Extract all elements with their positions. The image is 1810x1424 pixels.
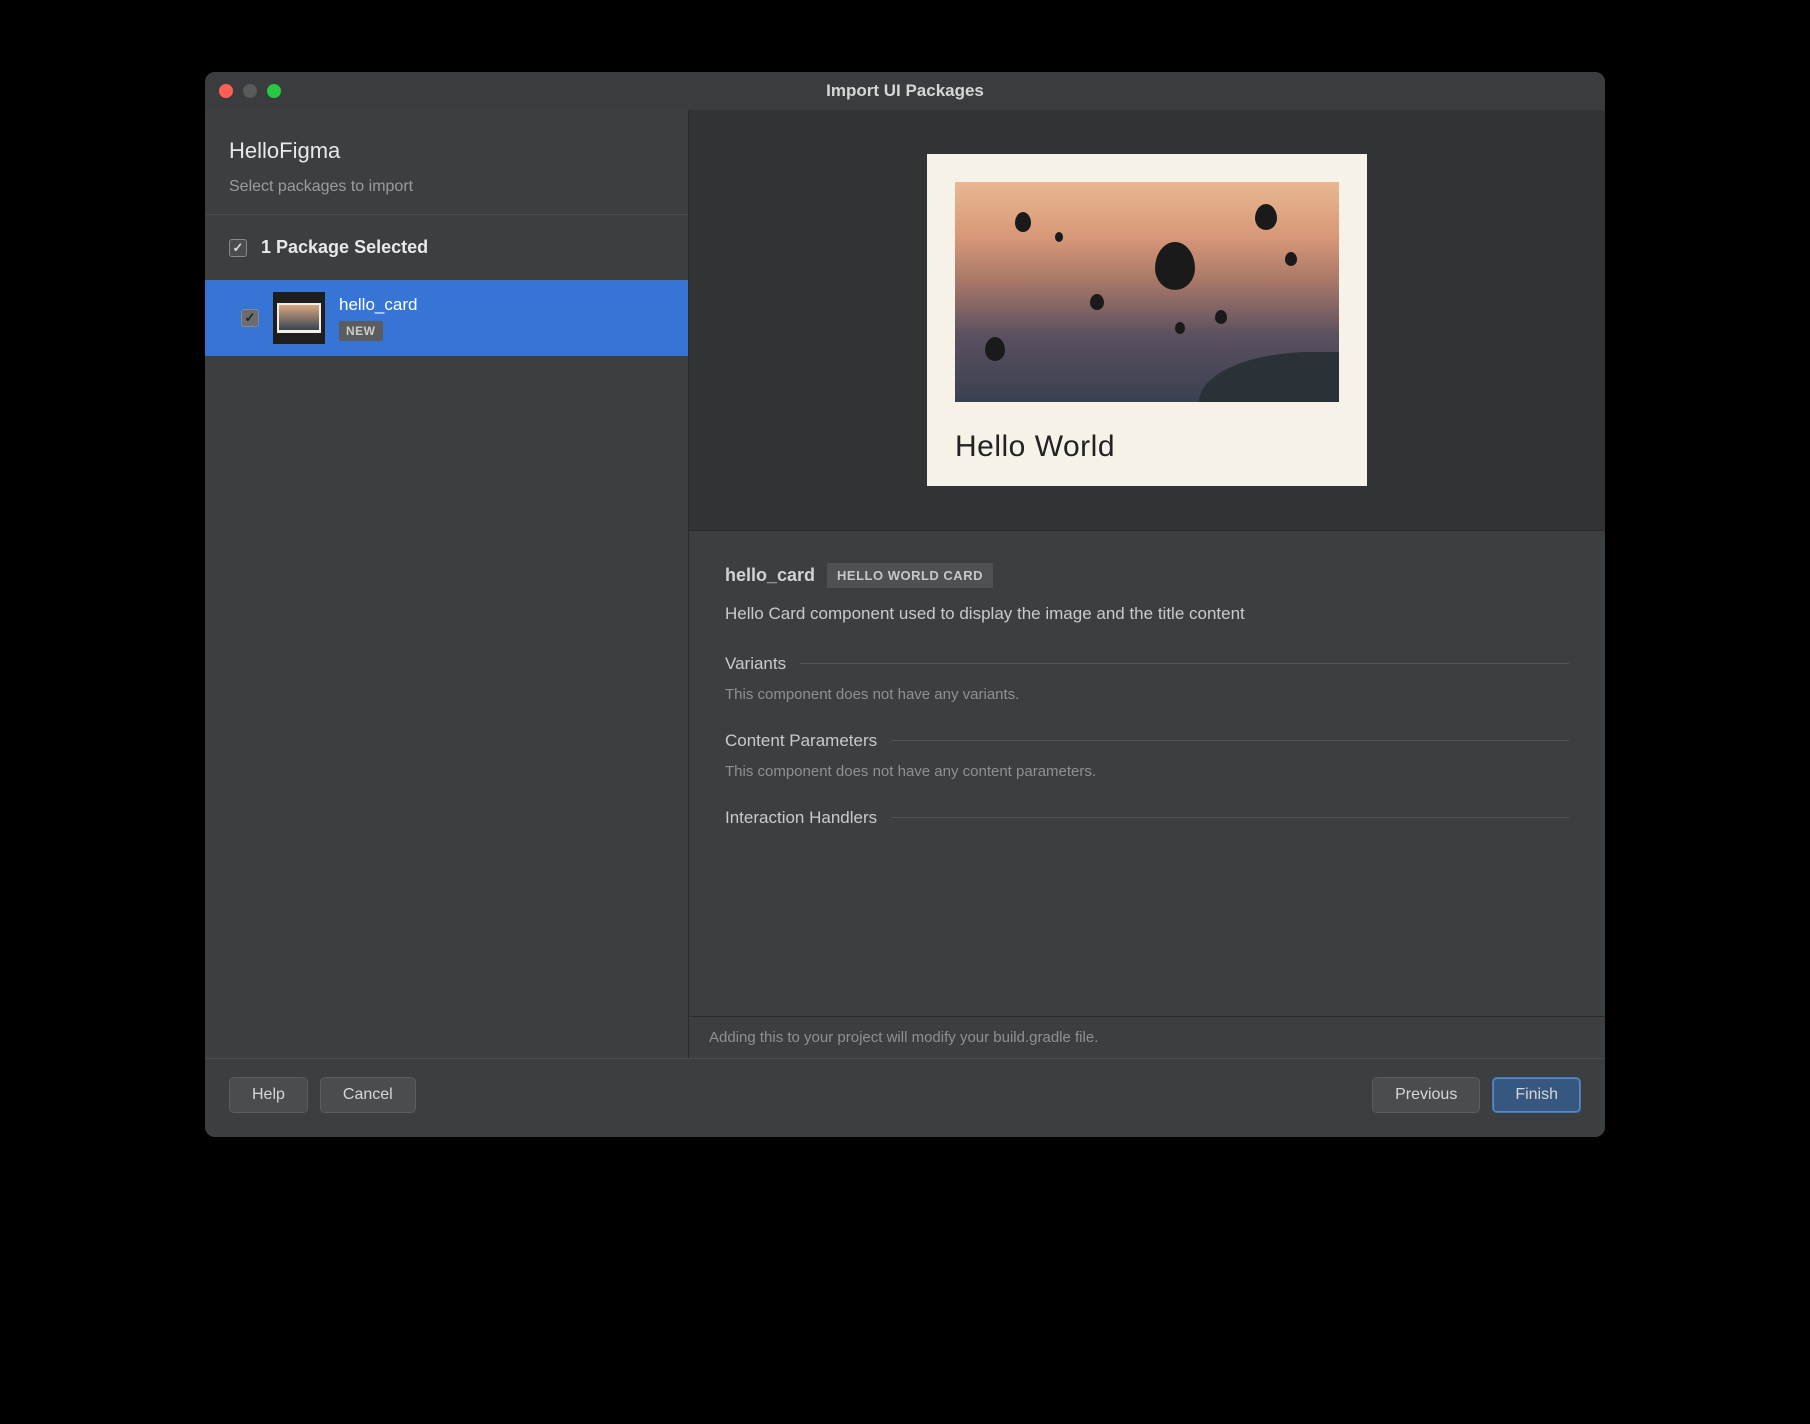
footer-note: Adding this to your project will modify … bbox=[689, 1016, 1605, 1058]
sidebar-header: HelloFigma Select packages to import bbox=[205, 110, 688, 215]
preview-area: Hello World bbox=[689, 110, 1605, 530]
section-variants-title: Variants bbox=[725, 654, 1569, 674]
balloon-icon bbox=[985, 337, 1005, 361]
preview-card-title: Hello World bbox=[955, 430, 1339, 464]
section-interaction-handlers: Interaction Handlers bbox=[725, 808, 1569, 828]
dialog-window: Import UI Packages HelloFigma Select pac… bbox=[205, 72, 1605, 1137]
balloon-icon bbox=[1175, 322, 1185, 334]
details-panel: hello_card HELLO WORLD CARD Hello Card c… bbox=[689, 530, 1605, 1016]
hill-shape bbox=[1199, 352, 1339, 402]
package-info: hello_card NEW bbox=[339, 295, 417, 341]
section-interaction-handlers-title: Interaction Handlers bbox=[725, 808, 1569, 828]
project-title: HelloFigma bbox=[229, 138, 664, 164]
button-row: Help Cancel Previous Finish bbox=[205, 1058, 1605, 1137]
package-checkbox[interactable] bbox=[241, 309, 259, 327]
sidebar-subtitle: Select packages to import bbox=[229, 178, 664, 196]
package-name: hello_card bbox=[339, 295, 417, 315]
package-thumbnail bbox=[273, 292, 325, 344]
detail-package-name: hello_card bbox=[725, 565, 815, 586]
balloon-icon bbox=[1215, 310, 1227, 324]
select-all-row: 1 Package Selected bbox=[205, 215, 688, 280]
finish-button[interactable]: Finish bbox=[1492, 1077, 1581, 1113]
preview-card-image bbox=[955, 182, 1339, 402]
help-button[interactable]: Help bbox=[229, 1077, 308, 1113]
window-title: Import UI Packages bbox=[205, 81, 1605, 101]
detail-description: Hello Card component used to display the… bbox=[725, 602, 1569, 626]
balloon-icon bbox=[1090, 294, 1104, 310]
main-panel: Hello World hello_card HELLO WORLD CARD … bbox=[689, 110, 1605, 1058]
section-variants: Variants This component does not have an… bbox=[725, 654, 1569, 703]
section-title-text: Variants bbox=[725, 654, 786, 674]
balloon-icon bbox=[1285, 252, 1297, 266]
preview-card: Hello World bbox=[927, 154, 1367, 486]
package-item-hello-card[interactable]: hello_card NEW bbox=[205, 280, 688, 356]
balloon-icon bbox=[1015, 212, 1031, 232]
detail-head: hello_card HELLO WORLD CARD bbox=[725, 563, 1569, 588]
balloon-icon bbox=[1155, 242, 1195, 290]
package-new-badge: NEW bbox=[339, 321, 383, 341]
balloon-icon bbox=[1055, 232, 1063, 242]
section-content-parameters-body: This component does not have any content… bbox=[725, 763, 1569, 780]
section-title-text: Content Parameters bbox=[725, 731, 877, 751]
select-all-checkbox[interactable] bbox=[229, 239, 247, 257]
section-variants-body: This component does not have any variant… bbox=[725, 686, 1569, 703]
previous-button[interactable]: Previous bbox=[1372, 1077, 1480, 1113]
cancel-button[interactable]: Cancel bbox=[320, 1077, 416, 1113]
section-content-parameters-title: Content Parameters bbox=[725, 731, 1569, 751]
section-title-text: Interaction Handlers bbox=[725, 808, 877, 828]
titlebar: Import UI Packages bbox=[205, 72, 1605, 110]
dialog-body: HelloFigma Select packages to import 1 P… bbox=[205, 110, 1605, 1058]
selected-count-label: 1 Package Selected bbox=[261, 237, 428, 258]
sidebar: HelloFigma Select packages to import 1 P… bbox=[205, 110, 689, 1058]
balloon-icon bbox=[1255, 204, 1277, 230]
section-content-parameters: Content Parameters This component does n… bbox=[725, 731, 1569, 780]
detail-badge: HELLO WORLD CARD bbox=[827, 563, 993, 588]
